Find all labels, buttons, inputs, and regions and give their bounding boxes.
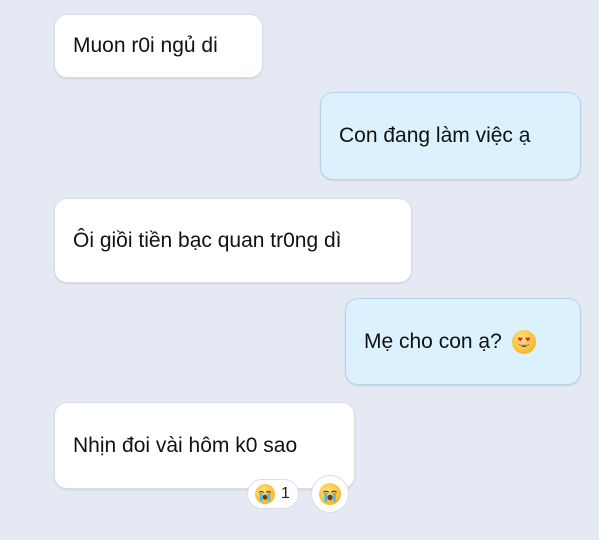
- message-text: Con đang làm việc ạ: [339, 124, 531, 147]
- chat-thread: Muon r0i ngủ di Con đang làm việc ạ Ôi g…: [0, 0, 599, 540]
- message-bubble-incoming[interactable]: Nhịn đoi vài hôm k0 sao: [54, 402, 355, 489]
- reaction-count: 1: [281, 485, 290, 502]
- add-reaction-button[interactable]: [311, 475, 349, 513]
- message-text: Nhịn đoi vài hôm k0 sao: [73, 433, 298, 457]
- message-text: Muon r0i ngủ di: [73, 34, 218, 57]
- message-text: Mẹ cho con ạ?: [364, 329, 502, 353]
- message-bubble-outgoing[interactable]: Mẹ cho con ạ?: [345, 298, 581, 385]
- heart-eyes-emoji-icon: [511, 329, 536, 354]
- message-bubble-incoming[interactable]: Ôi giồi tiền bạc quan tr0ng dì: [54, 198, 412, 283]
- crying-face-emoji-icon: [255, 484, 275, 504]
- reaction-count-pill[interactable]: 1: [247, 479, 299, 509]
- message-text: Ôi giồi tiền bạc quan tr0ng dì: [73, 228, 342, 252]
- crying-face-emoji-icon: [319, 483, 341, 505]
- message-bubble-incoming[interactable]: Muon r0i ngủ di: [54, 14, 263, 78]
- message-bubble-outgoing[interactable]: Con đang làm việc ạ: [320, 92, 581, 180]
